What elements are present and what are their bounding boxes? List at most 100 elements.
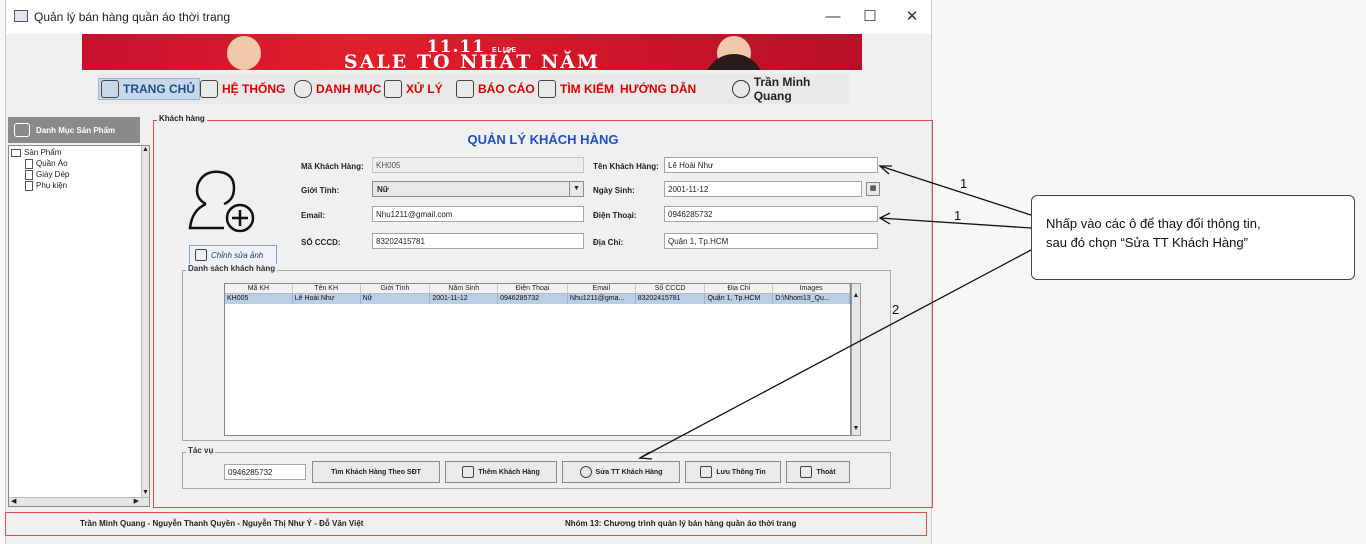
tree-vertical-scrollbar[interactable]: ▲ ▼: [141, 146, 149, 497]
col-dien-thoai[interactable]: Điện Thoại: [498, 284, 568, 293]
menu-bao-cao[interactable]: BÁO CÁO: [456, 78, 535, 100]
tree-item-quan-ao[interactable]: Quần Áo: [11, 158, 147, 169]
table-scrollbar[interactable]: ▲ ▼: [851, 283, 861, 436]
tree-root-san-pham[interactable]: Sản Phẩm: [11, 147, 147, 158]
cell-images: D:\Nhom13_Qu...: [773, 294, 850, 304]
tree-horizontal-scrollbar[interactable]: ◀ ▶: [9, 497, 149, 506]
scroll-up-icon[interactable]: ▲: [852, 292, 860, 300]
menu-he-thong[interactable]: HỆ THỐNG: [200, 78, 285, 100]
button-label: Sửa TT Khách Hàng: [595, 468, 663, 476]
cell-gioi-tinh: Nữ: [361, 294, 431, 304]
menu-label: HƯỚNG DẪN: [620, 82, 697, 96]
search-phone-input[interactable]: 0946285732: [224, 464, 306, 480]
field-email[interactable]: Nhu1211@gmail.com: [372, 206, 584, 222]
category-tree[interactable]: Sản Phẩm Quần Áo Giày Dép Phụ kiện ▲ ▼ ◀…: [8, 145, 150, 507]
minimize-button[interactable]: —: [818, 6, 848, 28]
window-title: Quản lý bán hàng quần áo thời trang: [34, 10, 231, 24]
title-bar: Quản lý bán hàng quần áo thời trang — ☐ …: [6, 0, 931, 34]
customer-table[interactable]: Mã KH Tên KH Giới Tính Năm Sinh Điện Tho…: [224, 283, 851, 436]
cell-ten-kh: Lê Hoài Như: [293, 294, 361, 304]
tree-label: Quần Áo: [36, 159, 68, 168]
save-info-button[interactable]: Lưu Thông Tin: [685, 461, 781, 483]
label-dia-chi: Địa Chỉ:: [593, 238, 624, 247]
tree-item-giay-dep[interactable]: Giày Dép: [11, 169, 147, 180]
menu-trang-chu[interactable]: TRANG CHỦ: [98, 78, 200, 100]
edit-customer-button[interactable]: Sửa TT Khách Hàng: [562, 461, 680, 483]
menu-label: TÌM KIẾM: [560, 82, 614, 96]
menu-label: TRANG CHỦ: [123, 82, 195, 96]
maximize-button[interactable]: ☐: [855, 6, 885, 28]
label-ma-khach-hang: Mã Khách Hàng:: [301, 162, 364, 171]
save-icon: [700, 466, 713, 478]
instruction-callout: Nhấp vào các ô để thay đổi thông tin, sa…: [1031, 195, 1355, 280]
page-title: QUẢN LÝ KHÁCH HÀNG: [467, 132, 619, 147]
label-so-cccd: SỐ CCCD:: [301, 238, 341, 247]
col-nam-sinh[interactable]: Năm Sinh: [430, 284, 499, 293]
col-dia-chi[interactable]: Địa Chỉ: [705, 284, 774, 293]
annotation-number-2: 2: [892, 302, 900, 317]
menu-danh-muc[interactable]: DANH MỤC: [294, 78, 381, 100]
col-email[interactable]: Email: [568, 284, 636, 293]
add-customer-button[interactable]: Thêm Khách Hàng: [445, 461, 557, 483]
calendar-icon[interactable]: ▦: [866, 182, 880, 196]
gear-icon: [579, 466, 592, 478]
cell-dien-thoai: 0946285732: [498, 294, 568, 304]
callout-line-2: sau đó chọn “Sửa TT Khách Hàng”: [1046, 235, 1248, 250]
col-ten-kh[interactable]: Tên KH: [293, 284, 361, 293]
system-icon: [200, 80, 218, 98]
menu-huong-dan[interactable]: HƯỚNG DẪN: [620, 78, 696, 100]
field-so-cccd[interactable]: 83202415781: [372, 233, 584, 249]
add-icon: [462, 466, 475, 478]
label-dien-thoai: Điện Thoại:: [593, 211, 637, 220]
folder-icon: [11, 148, 21, 157]
close-button[interactable]: ✕: [897, 6, 927, 28]
menu-tim-kiem[interactable]: TÌM KIẾM: [538, 78, 614, 100]
menu-label: DANH MỤC: [316, 82, 382, 96]
button-label: Thoát: [816, 468, 836, 476]
exit-button[interactable]: Thoát: [786, 461, 850, 483]
menu-xu-ly[interactable]: XỬ LÝ: [384, 78, 443, 100]
user-icon: [732, 80, 750, 98]
scroll-up-icon[interactable]: ▲: [142, 146, 149, 154]
scroll-down-icon[interactable]: ▼: [142, 489, 149, 497]
category-icon: [14, 123, 30, 137]
cell-email: Nhu1211@gma...: [568, 294, 636, 304]
menu-label: HỆ THỐNG: [222, 82, 286, 96]
field-dien-thoai[interactable]: 0946285732: [664, 206, 878, 222]
cell-nam-sinh: 2001-11-12: [430, 294, 499, 304]
col-gioi-tinh[interactable]: Giới Tính: [361, 284, 431, 293]
search-by-phone-button[interactable]: Tìm Khách Hàng Theo SĐT: [312, 461, 440, 483]
field-dia-chi[interactable]: Quận 1, Tp.HCM: [664, 233, 878, 249]
actions-legend: Tác vụ: [186, 446, 216, 455]
table-row[interactable]: KH005 Lê Hoài Như Nữ 2001-11-12 09462857…: [225, 294, 850, 304]
user-profile[interactable]: Trần Minh Quang: [732, 75, 850, 103]
select-gioi-tinh[interactable]: Nữ ▼: [372, 181, 584, 197]
annotation-number-1b: 1: [954, 208, 962, 223]
menu-label: XỬ LÝ: [406, 82, 443, 96]
field-ngay-sinh[interactable]: 2001-11-12: [664, 181, 862, 197]
report-icon: [456, 80, 474, 98]
field-ten-khach-hang[interactable]: Lê Hoài Như: [664, 157, 878, 173]
sidebar-header: Danh Mục Sản Phẩm: [8, 117, 140, 143]
panel-legend: Khách hàng: [157, 114, 207, 123]
col-images[interactable]: Images: [773, 284, 850, 293]
promo-banner: 11.11 ELISE SALE TO NHẤT NĂM: [82, 34, 862, 70]
cell-ma-kh: KH005: [225, 294, 293, 304]
scroll-left-icon[interactable]: ◀: [11, 498, 16, 506]
label-ten-khach-hang: Tên Khách Hàng:: [593, 162, 659, 171]
scroll-down-icon[interactable]: ▼: [852, 425, 860, 433]
footer-authors: Trần Minh Quang - Nguyễn Thanh Quyền - N…: [80, 519, 364, 528]
field-ma-khach-hang[interactable]: KH005: [372, 157, 584, 173]
chevron-down-icon[interactable]: ▼: [569, 182, 583, 196]
scroll-right-icon[interactable]: ▶: [134, 498, 139, 506]
label-email: Email:: [301, 211, 326, 220]
col-ma-kh[interactable]: Mã KH: [225, 284, 293, 293]
annotation-number-1a: 1: [960, 176, 968, 191]
edit-photo-label: Chỉnh sửa ảnh: [211, 250, 264, 260]
sidebar-title: Danh Mục Sản Phẩm: [36, 125, 116, 135]
main-menu-bar: TRANG CHỦ HỆ THỐNG DANH MỤC XỬ LÝ BÁO CÁ…: [98, 74, 850, 104]
tree-item-phu-kien[interactable]: Phụ kiện: [11, 180, 147, 191]
col-so-cccd[interactable]: Số CCCD: [636, 284, 706, 293]
list-icon: [294, 80, 312, 98]
edit-photo-button[interactable]: Chỉnh sửa ảnh: [189, 245, 277, 265]
